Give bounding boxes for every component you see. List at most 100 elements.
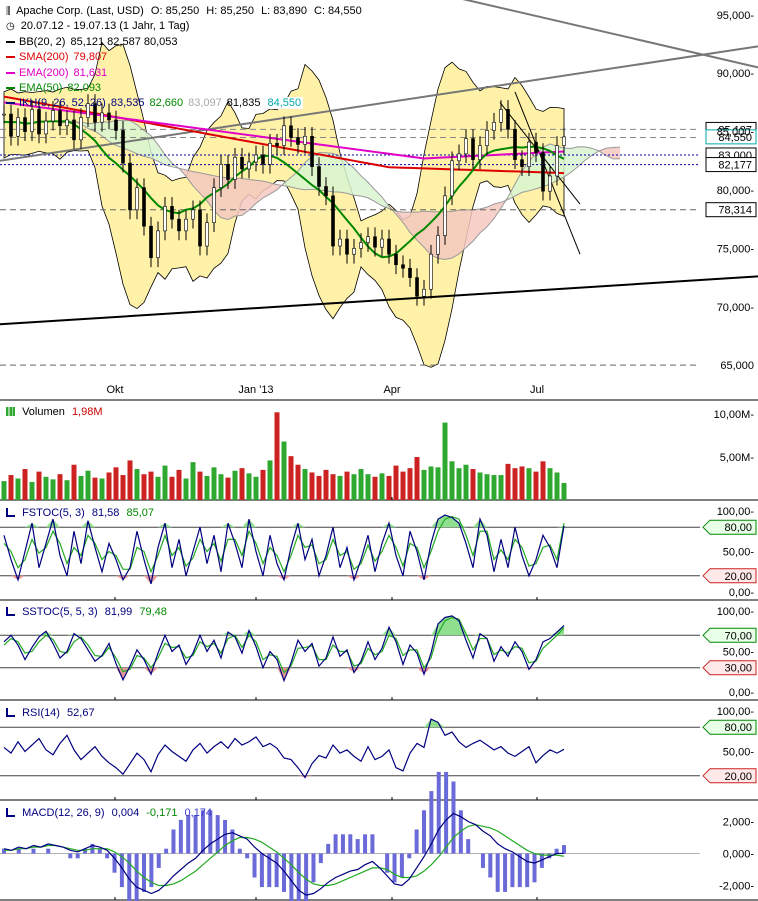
macd-histogram-bar [97, 848, 102, 854]
macd-histogram-bar [355, 839, 360, 854]
price-candle [394, 253, 398, 266]
sstoc-legend: SSTOC(5, 5, 3) 81,99 79,48 [6, 606, 167, 618]
macd-histogram-bar [488, 853, 493, 878]
y-tick-label: 90,000- [717, 68, 755, 80]
macd-histogram-bar [245, 853, 250, 859]
x-tick-label: Jul [530, 384, 544, 396]
line-icon [6, 708, 15, 717]
rsi-title: RSI(14) [22, 707, 60, 719]
price-candle [520, 159, 524, 167]
price-candle [282, 125, 286, 146]
macd-histogram-bar [436, 771, 441, 854]
price-candle [555, 145, 559, 177]
macd-histogram-bar [326, 843, 331, 854]
price-candle [324, 186, 328, 197]
y-tick-label: 100,00- [717, 706, 755, 718]
macd-histogram-bar [75, 853, 80, 859]
macd-histogram-bar [215, 815, 220, 854]
volume-bar [386, 475, 392, 500]
indicator-swatch [6, 71, 15, 74]
volume-bar [407, 468, 413, 500]
volume-bar [491, 475, 497, 500]
volume-bar [15, 478, 21, 500]
price-candle [226, 164, 230, 180]
x-tick-label: Apr [383, 384, 400, 396]
macd-histogram-bar [259, 853, 264, 888]
price-candle [142, 187, 146, 227]
macd-histogram-bar [134, 853, 139, 901]
indicator-row: SMA(200) 79,807 [6, 50, 362, 65]
fstoc-title: FSTOC(5, 3) [22, 507, 85, 519]
macd-histogram-bar [318, 853, 323, 864]
volume-bar [260, 469, 266, 500]
indicator-name: EMA(50) [19, 81, 63, 94]
price-candle [506, 109, 510, 130]
oscillator-line [3, 718, 565, 779]
sstoc-k: 81,99 [104, 606, 133, 618]
rsi-legend: RSI(14) 52,67 [6, 707, 95, 719]
y-tick-label: 65,000 [720, 360, 754, 372]
volume-bar [253, 476, 259, 500]
macd-histogram-bar [105, 853, 110, 859]
ichimoku-cloud [480, 207, 487, 233]
y-tick-label: 0,000- [723, 849, 755, 861]
indicator-value: 84,550 [265, 97, 304, 110]
volume-bar [43, 476, 49, 500]
ohlc-open: O: 85,250 [150, 5, 200, 17]
ichimoku-cloud [326, 152, 333, 192]
volume-bar [302, 469, 308, 500]
volume-bar [428, 466, 434, 500]
price-candle [261, 154, 265, 165]
macd-histogram-bar [142, 853, 146, 892]
macd-histogram-bar [480, 853, 485, 868]
macd-histogram-bar [186, 815, 191, 854]
price-candle [16, 117, 20, 137]
y-tick-label: 75,000- [717, 243, 755, 255]
volume-bar [316, 475, 322, 500]
volume-bar [295, 464, 301, 500]
price-candle [240, 157, 244, 170]
volume-bar [92, 477, 98, 500]
volume-bar [169, 476, 175, 500]
price-candle [254, 154, 258, 163]
macd-histogram-bar [414, 829, 419, 854]
price-candle [198, 209, 202, 247]
volume-bar [29, 481, 35, 500]
overbought-fill [473, 633, 480, 636]
indicator-value: 82,093 [67, 81, 102, 94]
volume-bar [330, 474, 336, 500]
ichimoku-cloud [235, 178, 242, 217]
volume-bar [1, 481, 7, 500]
volume-bars-icon [6, 407, 15, 416]
volume-title: Volumen [22, 406, 65, 418]
macd-histogram-bar [46, 848, 51, 854]
indicator-value: 79,807 [73, 51, 108, 64]
sstoc-d: 79,48 [139, 606, 167, 618]
volume-bar [211, 467, 217, 500]
threshold-tag-label: 30,00 [724, 663, 752, 675]
price-candle [247, 161, 251, 170]
price-candle [310, 135, 314, 167]
macd-histogram-bar [340, 834, 345, 854]
volume-bar [190, 462, 196, 500]
indicator-name: SMA(200) [19, 51, 69, 64]
threshold-tag-label: 20,00 [724, 771, 752, 783]
price-candle [268, 142, 272, 165]
macd-histogram-bar [274, 853, 279, 888]
stock-chart[interactable]: 85,18784,55083,00082,17778,31495,000-90,… [0, 0, 758, 901]
price-candle [170, 206, 174, 220]
indicator-swatch [6, 56, 15, 59]
price-candle [443, 195, 447, 236]
price-candle [191, 209, 195, 220]
price-candle [485, 130, 489, 146]
rsi-value: 52,67 [67, 707, 95, 719]
price-candle [128, 162, 132, 211]
volume-bar [463, 464, 469, 500]
indicator-swatch [6, 40, 15, 43]
macd-histogram-bar [503, 853, 508, 892]
macd-histogram-bar [451, 781, 456, 854]
ohlc-close: C: 84,550 [314, 5, 362, 17]
price-candle [401, 264, 405, 269]
volume-bar [127, 460, 133, 500]
price-candle [429, 253, 433, 290]
